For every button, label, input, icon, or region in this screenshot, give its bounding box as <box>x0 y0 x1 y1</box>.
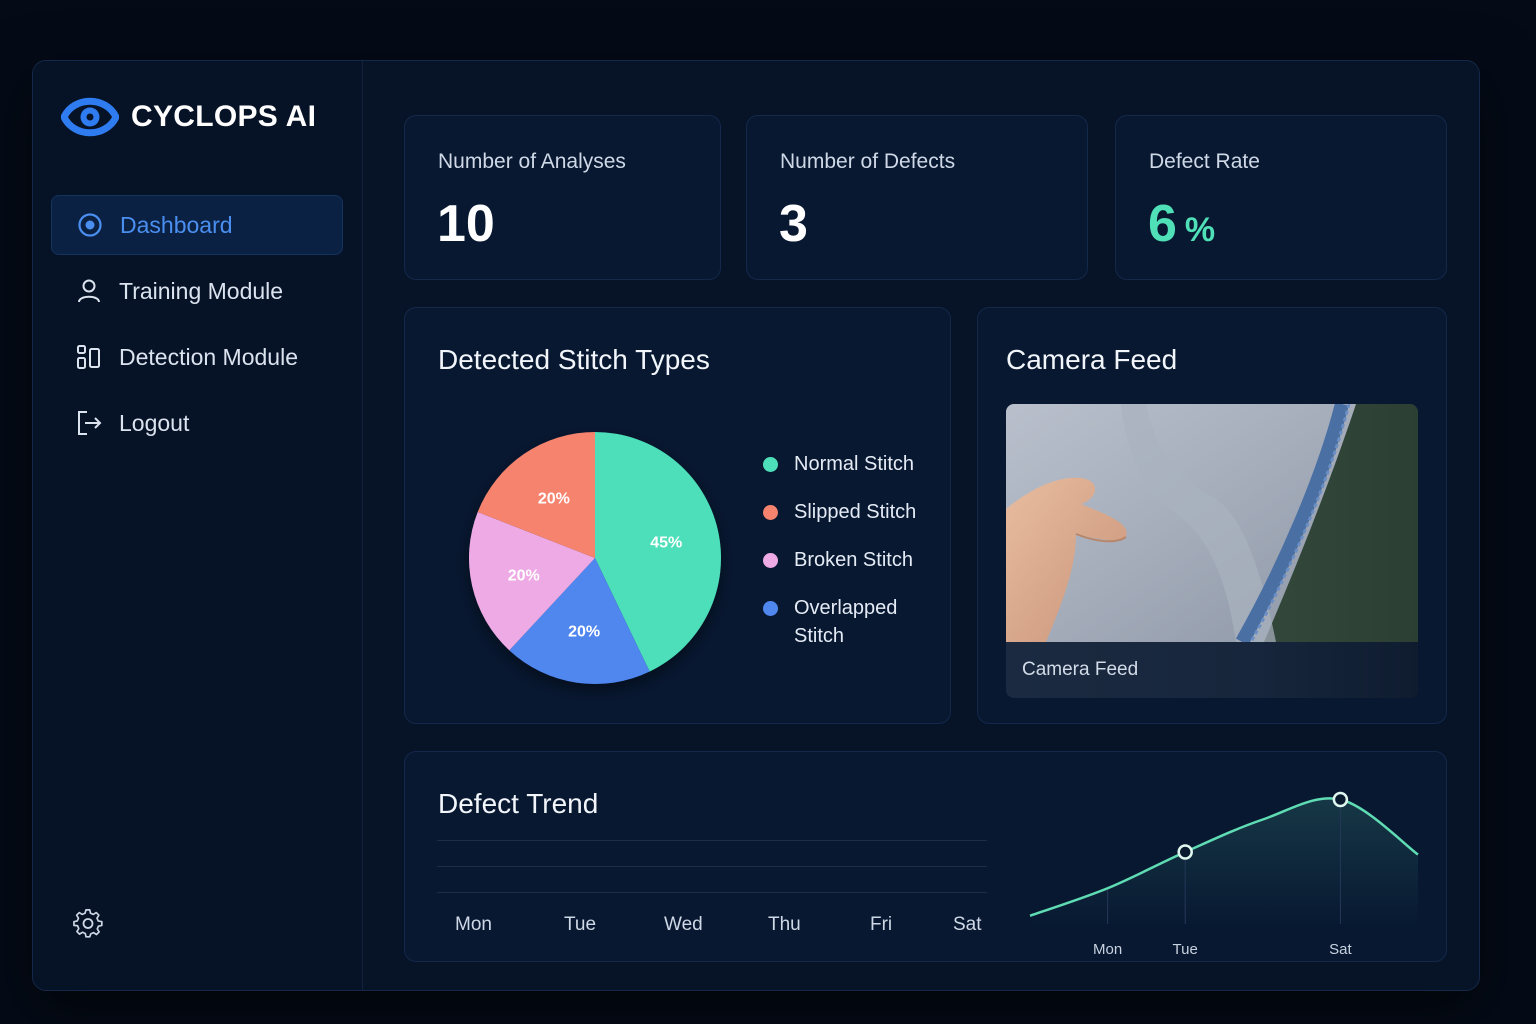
sidebar-item-label: Logout <box>119 409 190 436</box>
legend-label: Overlapped Stitch <box>794 597 898 647</box>
sidebar-nav: Dashboard Training Module Detection Modu… <box>51 195 343 459</box>
sidebar-item-detection-module[interactable]: Detection Module <box>51 327 343 387</box>
day-label: Sat <box>953 914 982 935</box>
legend-label: Broken Stitch <box>794 549 913 571</box>
sidebar-item-dashboard[interactable]: Dashboard <box>51 195 343 255</box>
pie-slice-label: 20% <box>568 623 600 640</box>
camera-feed-view[interactable]: Camera Feed <box>1006 404 1418 698</box>
trend-point[interactable] <box>1177 844 1193 860</box>
trend-tick-label: Tue <box>1173 941 1198 957</box>
card-title: Camera Feed <box>1006 344 1178 375</box>
defect-rate-unit: % <box>1184 211 1216 249</box>
defect-trend-chart: Mon Tue Sat <box>1029 791 1419 957</box>
pie-slice-label: 20% <box>508 567 540 584</box>
defect-trend-card: Defect Trend Mon Tue Wed Thu Fri Sat Mon… <box>404 751 1447 962</box>
app-name: CYCLOPS AI <box>131 100 317 133</box>
camera-caption: Camera Feed <box>1006 642 1418 698</box>
stat-card-analyses: Number of Analyses 10 <box>404 115 721 280</box>
trend-tick-label: Mon <box>1093 941 1122 957</box>
stat-card-defect-rate: Defect Rate 6% <box>1115 115 1447 280</box>
legend-item-slipped: Slipped Stitch <box>763 498 943 526</box>
sidebar-item-training-module[interactable]: Training Module <box>51 261 343 321</box>
sidebar: CYCLOPS AI Dashboard Training Module Det… <box>33 61 363 990</box>
camera-image <box>1006 404 1418 642</box>
card-title: Detected Stitch Types <box>438 344 710 375</box>
grid-line <box>437 840 987 841</box>
card-title: Defect Trend <box>438 788 599 819</box>
trend-point[interactable] <box>1332 791 1349 808</box>
pie-slice-label: 45% <box>650 535 682 552</box>
gear-icon[interactable] <box>73 908 103 938</box>
day-label: Fri <box>870 914 893 935</box>
stat-card-defects: Number of Defects 3 <box>746 115 1088 280</box>
stat-value: 10 <box>437 195 495 253</box>
day-label: Tue <box>564 914 597 935</box>
pie-slice-label: 20% <box>538 491 570 508</box>
sidebar-item-label: Training Module <box>119 277 284 304</box>
pie-legend: Normal Stitch Slipped Stitch Broken Stit… <box>763 450 943 670</box>
legend-dot <box>763 601 778 616</box>
app-window: CYCLOPS AI Dashboard Training Module Det… <box>32 60 1480 991</box>
day-label: Thu <box>768 914 801 935</box>
legend-label: Slipped Stitch <box>794 501 917 523</box>
grid-line <box>437 892 987 893</box>
camera-feed-card: Camera Feed Camera Feed <box>977 307 1447 724</box>
stat-label: Defect Rate <box>1149 150 1260 173</box>
legend-item-overlapped: Overlapped Stitch <box>763 594 943 650</box>
sidebar-item-label: Dashboard <box>120 211 233 238</box>
eye-logo-icon <box>61 97 119 137</box>
legend-dot <box>763 457 778 472</box>
legend-item-broken: Broken Stitch <box>763 546 943 574</box>
pie-chart: 45% 20% 20% 20% <box>469 432 721 684</box>
stat-label: Number of Analyses <box>438 150 626 173</box>
day-label: Mon <box>455 914 492 935</box>
legend-dot <box>763 505 778 520</box>
legend-item-normal: Normal Stitch <box>763 450 943 478</box>
grid-line <box>437 866 987 867</box>
trend-tick-label: Sat <box>1329 941 1352 957</box>
brand: CYCLOPS AI <box>61 91 316 143</box>
target-icon <box>78 213 102 237</box>
sidebar-item-logout[interactable]: Logout <box>51 393 343 453</box>
legend-label: Normal Stitch <box>794 453 915 475</box>
logout-icon <box>78 411 102 435</box>
day-label: Wed <box>664 914 703 935</box>
trend-area <box>1030 798 1418 927</box>
stitch-types-card: Detected Stitch Types 45% 20% 20% 20% Norma… <box>404 307 951 724</box>
legend-dot <box>763 553 778 568</box>
stat-value: 3 <box>779 195 808 253</box>
sidebar-item-label: Detection Module <box>119 343 298 370</box>
stat-value: 6% <box>1148 194 1215 254</box>
grid-icon <box>77 345 100 369</box>
defect-rate-value: 6 <box>1148 195 1177 253</box>
user-icon <box>78 279 100 303</box>
stat-label: Number of Defects <box>780 150 956 173</box>
